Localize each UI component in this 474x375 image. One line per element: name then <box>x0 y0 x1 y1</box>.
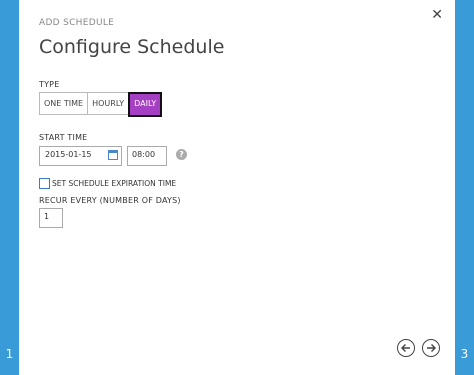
start-date-value: 2015-01-15 <box>45 150 92 159</box>
start-time-value: 08:00 <box>132 150 156 159</box>
expiration-checkbox[interactable] <box>39 178 50 189</box>
close-icon[interactable]: ✕ <box>431 8 443 22</box>
type-selector: ONE TIME HOURLY DAILY <box>39 92 163 117</box>
recur-days-value: 1 <box>44 212 50 221</box>
type-option-daily[interactable]: DAILY <box>128 92 163 117</box>
type-label: TYPE <box>39 80 60 89</box>
back-button[interactable] <box>397 339 415 357</box>
help-icon[interactable]: ? <box>176 149 187 160</box>
arrow-right-icon <box>427 344 436 352</box>
configure-schedule-dialog: ✕ ADD SCHEDULE Configure Schedule TYPE O… <box>19 0 455 375</box>
next-button[interactable] <box>422 339 440 357</box>
arrow-left-icon <box>401 344 410 352</box>
start-time-label: START TIME <box>39 133 88 142</box>
step-number-left: 1 <box>5 347 14 361</box>
start-date-field[interactable]: 2015-01-15 <box>39 146 122 166</box>
recur-label: RECUR EVERY (NUMBER OF DAYS) <box>39 196 181 205</box>
recur-days-input[interactable]: 1 <box>39 208 63 228</box>
calendar-icon[interactable] <box>108 150 118 160</box>
type-option-hourly[interactable]: HOURLY <box>87 92 130 115</box>
wizard-right-bar: 3 <box>455 0 474 375</box>
dialog-title: Configure Schedule <box>39 36 225 58</box>
step-number-right: 3 <box>460 347 469 361</box>
type-option-one-time[interactable]: ONE TIME <box>39 92 89 115</box>
dialog-subtitle: ADD SCHEDULE <box>39 18 115 28</box>
expiration-label: SET SCHEDULE EXPIRATION TIME <box>52 179 177 188</box>
start-time-field[interactable]: 08:00 <box>127 146 167 166</box>
wizard-left-bar: 1 <box>0 0 19 375</box>
